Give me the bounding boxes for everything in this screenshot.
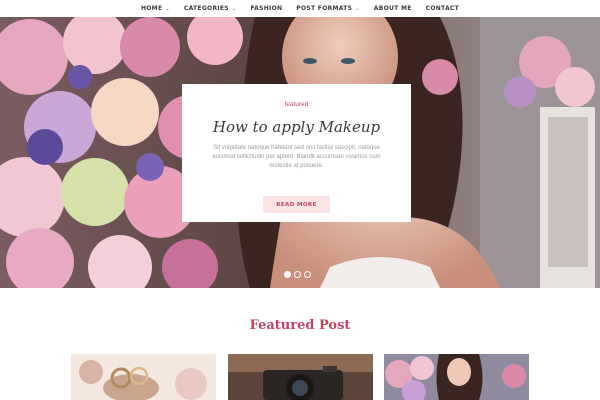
woman-flowers-photo xyxy=(384,354,529,400)
nav-item-home[interactable]: HOME ⌄ xyxy=(134,5,177,12)
slide-card: featured How to apply Makeup Sit vulputa… xyxy=(182,84,411,222)
slider-dot-1[interactable] xyxy=(284,271,291,278)
chevron-down-icon: ⌄ xyxy=(231,5,237,12)
slider-dot-2[interactable] xyxy=(294,271,301,278)
chevron-down-icon: ⌄ xyxy=(165,5,170,12)
nav-item-fashion[interactable]: FASHION xyxy=(243,5,289,12)
nav-item-label: CONTACT xyxy=(425,5,460,12)
camera-photo xyxy=(228,354,373,400)
slider-pagination xyxy=(284,271,311,278)
slide-excerpt: Sit vulputate natoque habitant sed orci … xyxy=(212,145,381,169)
nav-item-post-formats[interactable]: POST FORMATS ⌄ xyxy=(289,5,366,12)
featured-post-thumbnail-1[interactable] xyxy=(71,354,216,400)
slider-dot-3[interactable] xyxy=(304,271,311,278)
slide-title[interactable]: How to apply Makeup xyxy=(182,118,411,136)
nav-item-categories[interactable]: CATEGORIES ⌄ xyxy=(177,5,244,12)
featured-heading: Featured Post xyxy=(249,318,351,333)
nav-item-about-me[interactable]: ABOUT ME xyxy=(367,5,419,12)
featured-post-thumbnail-2[interactable] xyxy=(228,354,373,400)
nav-item-contact[interactable]: CONTACT xyxy=(419,5,466,12)
nav-item-label: FASHION xyxy=(250,5,283,12)
hero-slider: featured How to apply Makeup Sit vulputa… xyxy=(0,17,600,288)
main-navigation: HOME ⌄ CATEGORIES ⌄ FASHION POST FORMATS… xyxy=(0,0,600,17)
nav-item-label: POST FORMATS xyxy=(296,5,353,12)
nav-item-label: HOME xyxy=(140,5,163,12)
read-more-button[interactable]: READ MORE xyxy=(263,196,330,213)
chevron-down-icon: ⌄ xyxy=(355,5,360,12)
featured-post-thumbnail-3[interactable] xyxy=(384,354,529,400)
nav-item-label: ABOUT ME xyxy=(373,5,412,12)
slide-category[interactable]: featured xyxy=(182,101,411,108)
nav-item-label: CATEGORIES xyxy=(183,5,229,12)
wedding-rings-photo xyxy=(71,354,216,400)
